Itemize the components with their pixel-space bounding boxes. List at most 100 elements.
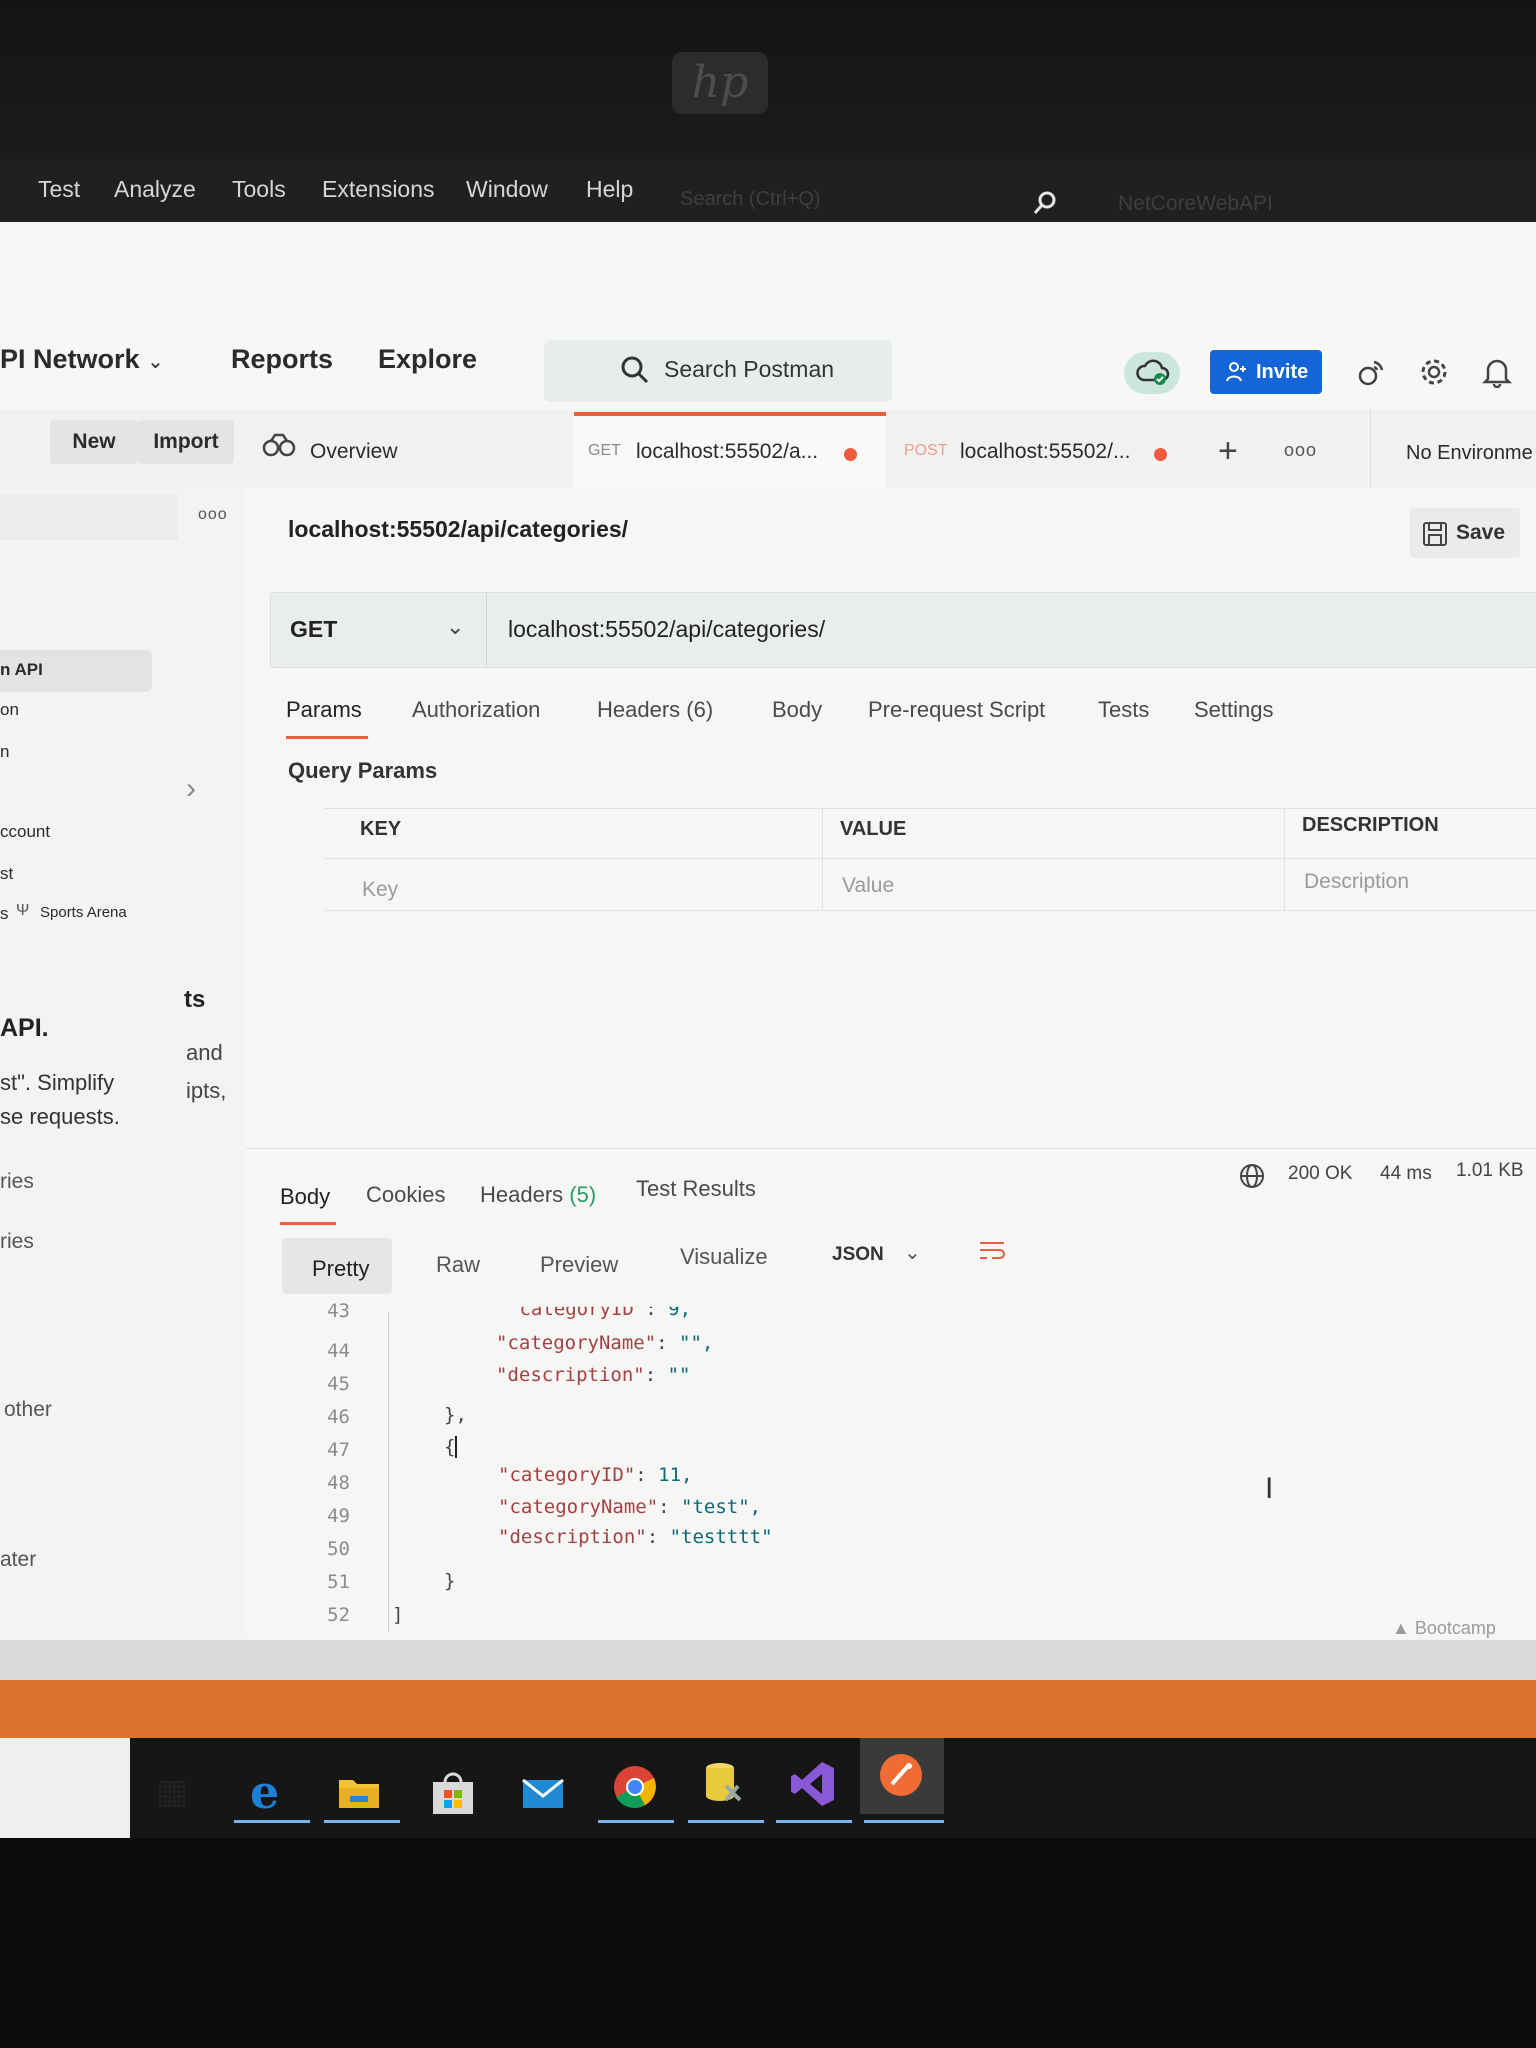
sidebar-item-api[interactable]: n API	[0, 660, 43, 680]
taskbar-search-area[interactable]	[0, 1738, 130, 1838]
url-input[interactable]: localhost:55502/api/categories/	[508, 616, 825, 643]
sidebar-item[interactable]: n	[0, 742, 9, 762]
format-pretty: Pretty	[312, 1256, 370, 1281]
json-key: "description"	[496, 1364, 645, 1386]
tab-params[interactable]: Params	[286, 697, 362, 723]
tab-authorization[interactable]: Authorization	[412, 697, 540, 723]
file-explorer-icon[interactable]	[336, 1770, 382, 1816]
gear-icon[interactable]	[1418, 356, 1450, 393]
value-input[interactable]: Value	[842, 874, 894, 898]
tab-settings[interactable]: Settings	[1194, 697, 1274, 723]
bell-icon[interactable]	[1481, 356, 1513, 393]
tab-method-post[interactable]: POST	[904, 442, 948, 460]
vs-menu-extensions[interactable]: Extensions	[322, 176, 435, 203]
sidebar-item[interactable]: ries	[0, 1170, 34, 1194]
more-tabs-icon[interactable]: ooo	[1284, 440, 1317, 461]
response-time[interactable]: 44 ms	[1380, 1163, 1432, 1185]
task-view-icon[interactable]: ▦	[156, 1772, 202, 1818]
code-line: "categoryName": "",	[496, 1332, 714, 1354]
response-tab-cookies[interactable]: Cookies	[366, 1182, 445, 1208]
sidebar-item[interactable]: ries	[0, 1230, 34, 1254]
status-code[interactable]: 200 OK	[1288, 1163, 1352, 1185]
promo-title: API.	[0, 1014, 49, 1042]
format-visualize[interactable]: Visualize	[680, 1244, 768, 1270]
sidebar-item[interactable]: s	[0, 904, 9, 924]
format-raw[interactable]: Raw	[436, 1252, 480, 1278]
divider	[324, 858, 1536, 859]
line-number: 52	[327, 1604, 350, 1626]
vs-menu-analyze[interactable]: Analyze	[114, 176, 196, 203]
format-preview[interactable]: Preview	[540, 1252, 618, 1278]
edge-icon[interactable]: e	[246, 1765, 292, 1819]
invite-button[interactable]: Invite	[1210, 350, 1322, 394]
line-number: 43	[327, 1300, 350, 1322]
save-button[interactable]: Save	[1410, 508, 1520, 558]
promo-text: se requests.	[0, 1104, 120, 1129]
sidebar-item-sports-arena[interactable]: Sports Arena	[40, 904, 127, 921]
database-tools-icon[interactable]	[700, 1760, 746, 1806]
tab-tests[interactable]: Tests	[1098, 697, 1149, 723]
vs-menu-help[interactable]: Help	[586, 176, 633, 203]
tab-pre-request-script[interactable]: Pre-request Script	[868, 697, 1045, 723]
promo2-heading: ts	[184, 986, 206, 1013]
response-divider	[246, 1148, 1536, 1149]
description-input[interactable]: Description	[1304, 870, 1409, 894]
sidebar-item-account[interactable]: ccount	[0, 822, 50, 842]
sidebar-item[interactable]: on	[0, 700, 19, 720]
workspace-dropdown[interactable]: PI Network ⌄	[0, 344, 164, 375]
vs-menu-test[interactable]: Test	[38, 176, 80, 203]
wrap-lines-icon[interactable]	[978, 1238, 1006, 1269]
json-value: "test",	[681, 1496, 762, 1518]
indent-guide	[388, 1312, 389, 1632]
response-tab-headers[interactable]: Headers (5)	[480, 1182, 596, 1208]
visual-studio-icon[interactable]	[790, 1760, 836, 1806]
sidebar-item[interactable]: other	[4, 1398, 52, 1422]
tab-headers[interactable]: Headers (6)	[597, 697, 713, 723]
key-input[interactable]: Key	[362, 878, 398, 902]
language-select[interactable]: JSON	[832, 1244, 884, 1266]
satellite-icon[interactable]	[1356, 356, 1388, 393]
response-size[interactable]: 1.01 KB	[1456, 1160, 1524, 1182]
search-placeholder: Search Postman	[664, 356, 835, 382]
vs-search-input[interactable]: Search (Ctrl+Q)	[680, 188, 821, 211]
chrome-icon[interactable]	[612, 1764, 658, 1810]
vs-menu-tools[interactable]: Tools	[232, 176, 286, 203]
query-params-heading: Query Params	[288, 758, 438, 783]
new-button[interactable]: New	[50, 420, 138, 464]
sidebar-item[interactable]: st	[0, 864, 13, 884]
search-icon	[621, 356, 649, 384]
response-body-editor[interactable]	[282, 1296, 1536, 1646]
nav-reports[interactable]: Reports	[231, 344, 333, 375]
trophy-icon: Ψ	[16, 902, 30, 919]
running-indicator	[864, 1820, 944, 1823]
line-number: 47	[327, 1439, 350, 1461]
globe-icon[interactable]	[1238, 1162, 1266, 1195]
sidebar-filter-input[interactable]	[0, 494, 178, 540]
search-postman-input[interactable]: Search Postman	[544, 340, 892, 402]
search-icon[interactable]	[1032, 190, 1058, 221]
sidebar-more-icon[interactable]: ooo	[198, 506, 228, 524]
response-tab-test-results[interactable]: Test Results	[636, 1176, 756, 1202]
response-tab-body[interactable]: Body	[280, 1184, 330, 1210]
monitor-bezel	[0, 0, 1536, 170]
json-key: "description"	[498, 1526, 647, 1548]
environment-select[interactable]: No Environme	[1406, 442, 1533, 465]
postman-icon[interactable]	[878, 1752, 924, 1798]
nav-explore[interactable]: Explore	[378, 344, 477, 375]
tab-label-post[interactable]: localhost:55502/...	[960, 440, 1130, 464]
mail-icon[interactable]	[520, 1770, 566, 1816]
sidebar-item[interactable]: ater	[0, 1548, 36, 1572]
add-tab-icon[interactable]: +	[1218, 432, 1238, 471]
bootcamp-link[interactable]: ▲ Bootcamp	[1392, 1618, 1496, 1639]
tab-body[interactable]: Body	[772, 697, 822, 723]
tab-overview[interactable]: Overview	[310, 440, 398, 464]
vs-menu-window[interactable]: Window	[466, 176, 548, 203]
cloud-sync-icon[interactable]	[1124, 352, 1180, 394]
running-indicator	[234, 1820, 310, 1823]
import-button[interactable]: Import	[138, 420, 234, 464]
request-title[interactable]: localhost:55502/api/categories/	[288, 516, 628, 543]
active-tab-indicator	[286, 736, 368, 739]
store-icon[interactable]	[430, 1770, 476, 1816]
running-indicator	[324, 1820, 400, 1823]
chevron-right-icon[interactable]: ›	[186, 772, 196, 806]
